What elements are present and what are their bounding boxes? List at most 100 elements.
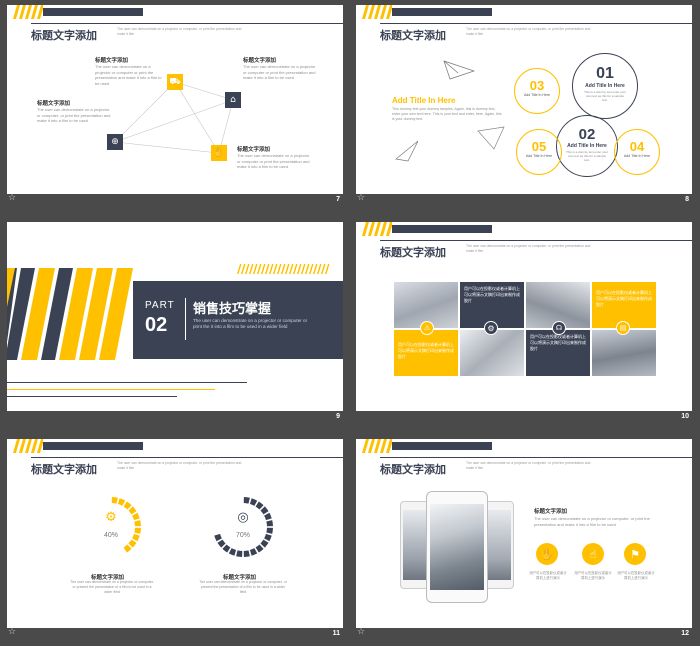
header-line [31, 457, 343, 458]
circle-05: 05 Add Title In Here [516, 129, 562, 175]
ring-segment-filled [123, 501, 132, 510]
circle-number: 04 [629, 139, 645, 154]
ring-segment-filled [134, 520, 141, 527]
star-icon[interactable]: ☆ [357, 193, 365, 204]
paper-plane-icon [395, 140, 419, 162]
star-icon[interactable]: ☆ [8, 193, 16, 204]
runner-icon: ⚑ [624, 543, 646, 565]
circle-number: 03 [529, 78, 545, 93]
office-photo [592, 330, 656, 376]
ring-segment-empty [90, 544, 99, 553]
text-tile: 用户可以在投影仪或者计算机上可以将演示文稿打印出来制作成胶片 [526, 330, 590, 376]
star-icon[interactable]: ☆ [8, 627, 16, 638]
slide-thumbnail-7[interactable]: 标题文字添加 The user can demonstrate on a pro… [7, 5, 343, 205]
part-divider [185, 298, 186, 340]
ring-value: 70% [235, 532, 250, 539]
item-text: The user can demonstrate on a projector … [37, 107, 111, 123]
circle-number: 05 [531, 139, 547, 154]
slide-title: 标题文字添加 [380, 464, 446, 476]
ring-segment-filled [128, 539, 137, 548]
item-text: The user can demonstrate on a projector … [237, 153, 310, 169]
ring-segment-empty [222, 501, 231, 510]
header-bar [392, 225, 492, 233]
slide-title: 标题文字添加 [31, 464, 97, 476]
part-number: 02 [145, 314, 168, 336]
part-label: PART [145, 300, 175, 311]
ring-segment-filled [260, 539, 269, 548]
circle-02: 02 Add Title In Here This is a dummy tex… [556, 115, 618, 177]
warning-icon: ⚠ [420, 321, 434, 335]
header-stripes [13, 439, 43, 453]
body-text: This dummy text your dummy tamples. Agai… [392, 107, 502, 121]
top-right-stripes [237, 264, 330, 274]
circle-01: 01 Add Title In Here This is a dummy tex… [572, 53, 638, 119]
circle-number: 01 [596, 65, 614, 82]
tile-text: 用户可以在投影仪或者计算机上可以将演示文稿打印出来制作成胶片 [596, 290, 652, 307]
circle-number: 02 [578, 126, 596, 143]
section-text: The user can demonstrate on a projector … [193, 318, 308, 329]
circle-03: 03 Add Title In Here [514, 68, 560, 114]
ring-segment-filled [243, 497, 250, 504]
progress-ring-70 [213, 497, 273, 557]
circle-label: Add Title In Here [567, 143, 607, 149]
ring-segment-filled [255, 544, 264, 553]
headset-icon: ☊ [552, 321, 566, 335]
bottom-line [7, 389, 215, 390]
circle-text: This is a dummy text enter your own text… [566, 150, 608, 162]
slide-footer: ☆ 8 [356, 193, 692, 205]
ring-segment-filled [228, 548, 237, 556]
ring-segment-empty [214, 512, 222, 521]
slide-canvas: PART 02 销售技巧掌握 The user can demonstrate … [7, 222, 343, 411]
slide-title: 标题文字添加 [380, 30, 446, 42]
ring-segment-filled [266, 520, 273, 527]
phone-mockup-front [426, 491, 488, 603]
circle-04: 04 Add Title In Here [614, 129, 660, 175]
header-bar [392, 442, 492, 450]
ring-segment-filled [249, 548, 258, 556]
ring-text: The user can demonstrate on a projector … [70, 580, 154, 594]
ring-segment-empty [82, 512, 90, 521]
slide-thumbnail-9[interactable]: PART 02 销售技巧掌握 The user can demonstrate … [7, 222, 343, 422]
ring-segment-filled [222, 544, 231, 553]
slide-thumbnail-12[interactable]: 标题文字添加 The user can demonstrate on a pro… [356, 439, 692, 639]
item-text: The user can demonstrate on a projector … [243, 64, 316, 80]
ring-segment-empty [96, 548, 105, 556]
ring-segment-filled [128, 506, 137, 515]
slide-canvas: 标题文字添加 The user can demonstrate on a pro… [356, 5, 692, 194]
progress-ring-40 [81, 497, 141, 557]
city-photo [485, 510, 511, 580]
circle-text: This is a dummy text enter your own text… [584, 90, 626, 102]
paper-plane-icon [477, 126, 505, 150]
slide-canvas: 标题文字添加 The user can demonstrate on a pro… [7, 5, 343, 194]
ring-segment-empty [104, 497, 111, 504]
item-title: 标题文字添加 [237, 147, 271, 153]
slide-thumbnail-10[interactable]: 标题文字添加 The user can demonstrate on a pro… [356, 222, 692, 422]
slide-footer: ☆ 11 [7, 627, 343, 639]
item-text: The user can demonstrate on a projector … [95, 64, 162, 86]
globe-icon: ⊕ [107, 134, 123, 150]
slide-thumbnail-11[interactable]: 标题文字添加 The user can demonstrate on a pro… [7, 439, 343, 639]
slide-thumbnail-8[interactable]: 标题文字添加 The user can demonstrate on a pro… [356, 5, 692, 205]
star-icon[interactable]: ☆ [357, 627, 365, 638]
ring-segment-empty [111, 550, 118, 557]
slide-subtitle: The user can demonstrate on a projector … [466, 244, 591, 253]
slide-footer: 9 [7, 411, 343, 422]
slide-canvas: 标题文字添加 The user can demonstrate on a pro… [356, 222, 692, 411]
ring-segment-empty [213, 520, 220, 527]
ring-segment-empty [228, 498, 237, 506]
text-tile: 用户可以在投影仪或者计算机上可以将演示文稿打印出来制作成胶片 [394, 330, 458, 376]
item-title: 标题文字添加 [37, 101, 71, 107]
ring-segment-empty [217, 506, 226, 515]
chart-icon: ▤ [616, 321, 630, 335]
slide-subtitle: The user can demonstrate on a projector … [466, 27, 591, 36]
ring-value: 40% [103, 532, 118, 539]
ring-segment-empty [104, 550, 111, 557]
ring-segment-filled [111, 497, 118, 504]
ring-segment-empty [117, 548, 126, 556]
paper-plane-icon [443, 60, 476, 80]
tile-text: 用户可以在投影仪或者计算机上可以将演示文稿打印出来制作成胶片 [464, 286, 520, 303]
feature-text: 用户可以在投影仪或者计算机上进行演示 [529, 571, 567, 580]
header-bar [43, 442, 143, 450]
hand-icon: ☝ [582, 543, 604, 565]
ring-segment-filled [264, 512, 272, 521]
